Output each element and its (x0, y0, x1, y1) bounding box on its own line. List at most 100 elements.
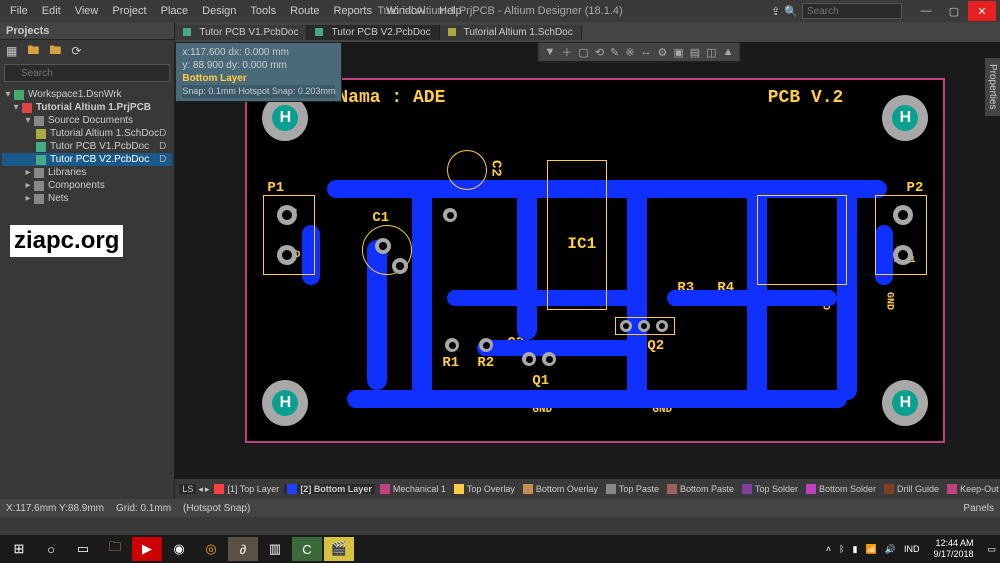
tool-dim-icon[interactable]: ↔ (640, 46, 651, 58)
tree-doc-pcb1[interactable]: Tutor PCB V1.PcbDocD (2, 140, 172, 153)
projects-search-input[interactable] (4, 64, 170, 82)
hud-layer: Bottom Layer (182, 72, 335, 85)
menu-reports[interactable]: Reports (327, 3, 378, 19)
taskbar-app-icon[interactable]: ◎ (196, 537, 226, 561)
silk-outline (757, 195, 847, 285)
layer-bottom-paste[interactable]: Bottom Paste (664, 484, 737, 494)
hud-y: y: 88.900 dy: 0.000 mm (182, 59, 335, 72)
trace (477, 340, 637, 356)
tray-wifi-icon[interactable]: 📶 (866, 544, 877, 555)
trace (667, 290, 837, 306)
task-view-icon[interactable]: ▭ (68, 537, 98, 561)
tree-project[interactable]: ▾Tutorial Altium 1.PrjPCB (2, 101, 172, 114)
tree-expand-icon[interactable]: ▦ (6, 44, 17, 58)
tool-filter-icon[interactable]: ▼ (545, 46, 556, 58)
layer-drill-guide[interactable]: Drill Guide (881, 484, 942, 494)
taskbar-app-icon[interactable]: ▥ (260, 537, 290, 561)
folder-icon[interactable]: 🖿 (27, 41, 39, 62)
status-bar: X:117.6mm Y:88.9mm Grid: 0.1mm (Hotspot … (0, 499, 1000, 517)
project-tree: ▾Workspace1.DsnWrk ▾Tutorial Altium 1.Pr… (0, 84, 174, 209)
silk-outline (547, 160, 607, 310)
tool-shape-icon[interactable]: ▢ (578, 46, 588, 59)
tree-libraries[interactable]: ▸Libraries (2, 166, 172, 179)
tree-doc-sch[interactable]: Tutorial Altium 1.SchDocD (2, 127, 172, 140)
taskbar-app-explorer[interactable]: 🗀 (100, 537, 130, 561)
tree-doc-pcb2[interactable]: Tutor PCB V2.PcbDocD (2, 153, 172, 166)
layer-keepout[interactable]: Keep-Out Layer (944, 484, 1000, 494)
tool-view2-icon[interactable]: ▤ (690, 46, 700, 59)
tool-options-icon[interactable]: ⚙ (657, 46, 667, 59)
menu-edit[interactable]: Edit (36, 3, 67, 19)
menu-route[interactable]: Route (284, 3, 325, 19)
tool-measure-icon[interactable]: ✎ (610, 46, 619, 59)
menu-file[interactable]: File (4, 3, 34, 19)
layer-top[interactable]: [1] Top Layer (211, 484, 282, 494)
close-button[interactable]: ✕ (968, 1, 996, 21)
tool-chart-icon[interactable]: ◫ (706, 46, 716, 59)
maximize-button[interactable]: ▢ (940, 1, 968, 21)
taskbar-app-altium[interactable]: ∂ (228, 537, 258, 561)
layer-prev-icon[interactable]: ◂ (198, 484, 203, 495)
tab-sch[interactable]: Tutorial Altium 1.SchDoc (440, 25, 582, 40)
refresh-icon[interactable]: ⟳ (71, 44, 81, 58)
cortana-search-icon[interactable]: ○ (36, 537, 66, 561)
properties-tab[interactable]: Properties (985, 58, 1000, 116)
tool-rotate-icon[interactable]: ⟲ (595, 46, 604, 59)
taskbar-app-icon[interactable]: 🎬 (324, 537, 354, 561)
layer-next-icon[interactable]: ▸ (205, 484, 210, 495)
tree-components[interactable]: ▸Components (2, 179, 172, 192)
layer-bottom[interactable]: [2] Bottom Layer (284, 484, 375, 494)
share-icon[interactable]: ⇪ (771, 5, 780, 18)
taskbar-app-camtasia[interactable]: C (292, 537, 322, 561)
layer-top-paste[interactable]: Top Paste (603, 484, 662, 494)
tool-altium-icon[interactable]: ▲ (723, 46, 734, 58)
menu-tools[interactable]: Tools (244, 3, 282, 19)
menu-place[interactable]: Place (155, 3, 195, 19)
taskbar-app-youtube[interactable]: ▶ (132, 537, 162, 561)
tab-pcb1[interactable]: Tutor PCB V1.PcbDoc (175, 25, 307, 40)
layer-bottom-overlay[interactable]: Bottom Overlay (520, 484, 601, 494)
tool-grid-icon[interactable]: ※ (625, 46, 634, 59)
pad (445, 338, 459, 352)
tool-view1-icon[interactable]: ▣ (673, 46, 683, 59)
status-snap: (Hotspot Snap) (183, 503, 250, 514)
canvas-toolbar: ▼ ＋ ▢ ⟲ ✎ ※ ↔ ⚙ ▣ ▤ ◫ ▲ (538, 42, 741, 62)
start-button[interactable]: ⊞ (4, 537, 34, 561)
trace (447, 290, 637, 306)
menu-design[interactable]: Design (196, 3, 242, 19)
pcb-canvas[interactable]: Nama : ADE PCB V.2 P1 P2 C1 C2 C3 R1 R2 … (175, 42, 1000, 479)
system-clock[interactable]: 12:44 AM 9/17/2018 (927, 538, 979, 560)
menu-project[interactable]: Project (106, 3, 152, 19)
tray-bluetooth-icon[interactable]: ᛒ (839, 544, 844, 554)
panels-button[interactable]: Panels (963, 503, 994, 514)
layer-top-solder[interactable]: Top Solder (739, 484, 801, 494)
tray-battery-icon[interactable]: ▮ (853, 544, 858, 555)
folder2-icon[interactable]: 🖿 (49, 41, 61, 62)
silk-p2: P2 (907, 180, 924, 196)
status-coords: X:117.6mm Y:88.9mm (6, 503, 104, 514)
pad (542, 352, 556, 366)
minimize-button[interactable]: — (912, 1, 940, 21)
workspace: Tutor PCB V1.PcbDoc Tutor PCB V2.PcbDoc … (175, 22, 1000, 499)
tool-add-icon[interactable]: ＋ (561, 44, 572, 60)
tree-source-docs[interactable]: ▾Source Documents (2, 114, 172, 127)
silk-p1: P1 (267, 180, 284, 196)
tray-language[interactable]: IND (904, 544, 920, 554)
layer-set-button[interactable]: LS (179, 484, 196, 494)
tree-workspace[interactable]: ▾Workspace1.DsnWrk (2, 88, 172, 101)
silk-r2: R2 (477, 355, 494, 371)
tray-volume-icon[interactable]: 🔊 (885, 544, 896, 555)
projects-panel: Projects ▦ 🖿 🖿 ⟳ ▾Workspace1.DsnWrk ▾Tut… (0, 22, 175, 499)
layer-mech1[interactable]: Mechanical 1 (377, 484, 449, 494)
tree-nets[interactable]: ▸Nets (2, 192, 172, 205)
taskbar-app-chrome[interactable]: ◉ (164, 537, 194, 561)
layer-top-overlay[interactable]: Top Overlay (451, 484, 518, 494)
search-input[interactable] (802, 3, 902, 19)
layer-bottom-solder[interactable]: Bottom Solder (803, 484, 879, 494)
tab-pcb2[interactable]: Tutor PCB V2.PcbDoc (307, 25, 439, 40)
menu-view[interactable]: View (69, 3, 105, 19)
hud-x: x:117.600 dx: 0.000 mm (182, 46, 335, 59)
tray-up-icon[interactable]: ˄ (826, 544, 831, 554)
notifications-icon[interactable]: ▭ (987, 544, 996, 555)
windows-taskbar: ⊞ ○ ▭ 🗀 ▶ ◉ ◎ ∂ ▥ C 🎬 ˄ ᛒ ▮ 📶 🔊 IND 12:4… (0, 535, 1000, 563)
